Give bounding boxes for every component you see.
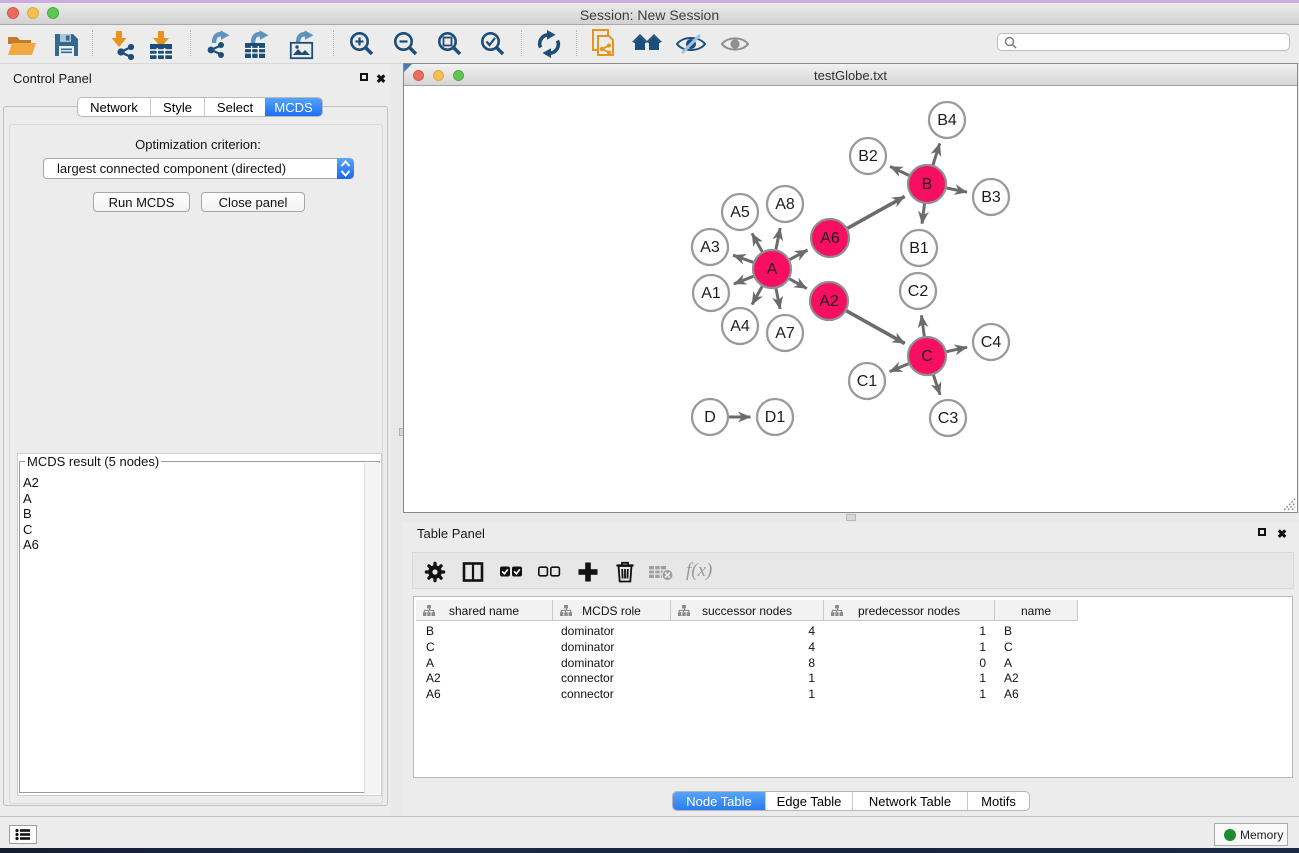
svg-text:C3: C3 — [938, 410, 959, 427]
svg-text:B3: B3 — [981, 189, 1001, 206]
svg-text:A2: A2 — [819, 293, 839, 310]
svg-text:B1: B1 — [909, 240, 929, 257]
svg-text:C4: C4 — [981, 334, 1002, 351]
svg-text:A1: A1 — [701, 285, 721, 302]
svg-text:A: A — [767, 261, 778, 278]
svg-text:B4: B4 — [937, 112, 957, 129]
svg-text:C: C — [921, 348, 933, 365]
svg-text:A5: A5 — [730, 204, 750, 221]
svg-text:B: B — [922, 176, 933, 193]
svg-text:C2: C2 — [908, 283, 929, 300]
svg-text:D: D — [704, 409, 716, 426]
svg-text:A3: A3 — [700, 239, 720, 256]
svg-text:A7: A7 — [775, 325, 795, 342]
svg-text:B2: B2 — [858, 148, 878, 165]
svg-text:D1: D1 — [765, 409, 786, 426]
svg-text:A8: A8 — [775, 196, 795, 213]
svg-text:C1: C1 — [857, 373, 878, 390]
svg-text:A6: A6 — [820, 230, 840, 247]
svg-text:A4: A4 — [730, 318, 750, 335]
